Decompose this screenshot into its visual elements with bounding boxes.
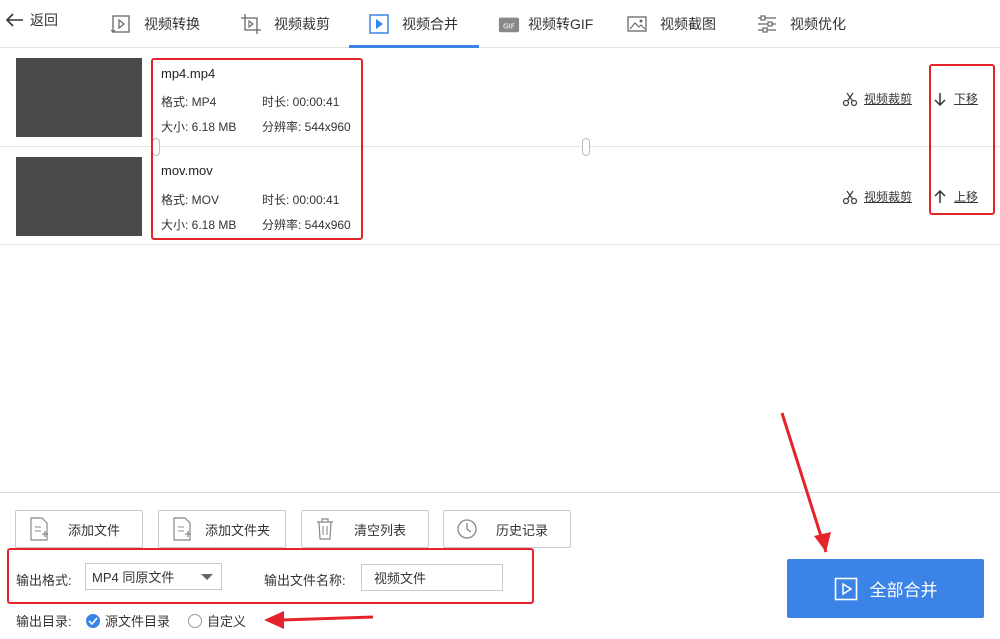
add-folder-button[interactable]: 添加文件夹 <box>158 510 286 548</box>
top-nav-bar: 返回 视频转换 视频裁剪 视频合并 GIF 视频转GIF 视频截图 视频优化 <box>0 0 1000 48</box>
clear-list-label: 清空列表 <box>354 522 407 538</box>
move-down-button[interactable]: 下移 <box>934 90 978 107</box>
radio-source-dir[interactable]: 源文件目录 <box>86 611 170 630</box>
radio-label: 自定义 <box>207 614 247 629</box>
output-filename-label: 输出文件名称: <box>264 573 346 588</box>
video-crop-link[interactable]: 视频裁剪 <box>842 188 912 205</box>
add-folder-label: 添加文件夹 <box>205 522 271 538</box>
tab-label: 视频转GIF <box>528 16 594 32</box>
move-down-label: 下移 <box>954 92 979 106</box>
output-format-select[interactable]: MP4 同原文件 <box>85 563 222 590</box>
radio-checked-icon <box>86 613 100 628</box>
add-file-button[interactable]: 添加文件 <box>15 510 143 548</box>
tab-video-optimize[interactable]: 视频优化 <box>756 0 846 48</box>
tab-video-convert[interactable]: 视频转换 <box>110 0 200 48</box>
video-crop-label: 视频裁剪 <box>864 92 913 106</box>
tab-label: 视频裁剪 <box>274 16 330 32</box>
file-duration: 时长: 00:00:41 <box>262 193 340 207</box>
file-size: 大小: 6.18 MB <box>161 120 237 134</box>
add-folder-icon <box>171 516 193 542</box>
gif-icon: GIF <box>498 13 520 35</box>
file-format: 格式: MP4 <box>161 95 217 109</box>
output-format-label: 输出格式: <box>16 573 72 588</box>
tab-label: 视频优化 <box>790 16 846 32</box>
clear-list-button[interactable]: 清空列表 <box>301 510 429 548</box>
scissors-icon <box>842 92 858 106</box>
move-up-label: 上移 <box>954 190 979 204</box>
merge-all-button[interactable]: 全部合并 <box>787 559 984 618</box>
tab-label: 视频转换 <box>144 16 200 32</box>
image-icon <box>626 13 648 35</box>
tab-video-crop[interactable]: 视频裁剪 <box>240 0 330 48</box>
trash-icon <box>314 516 336 542</box>
video-thumbnail <box>16 58 142 137</box>
file-format: 格式: MOV <box>161 193 220 207</box>
tab-video-merge[interactable]: 视频合并 <box>368 0 458 48</box>
video-crop-label: 视频裁剪 <box>864 190 913 204</box>
arrow-down-icon <box>934 92 946 106</box>
file-resolution: 分辨率: 544x960 <box>262 218 351 232</box>
output-format-value: MP4 同原文件 <box>92 570 175 585</box>
arrow-up-icon <box>934 189 946 203</box>
back-button[interactable]: 返回 <box>6 9 58 31</box>
output-dir-label: 输出目录: <box>16 614 72 629</box>
tab-video-to-gif[interactable]: GIF 视频转GIF <box>498 0 593 48</box>
history-button[interactable]: 历史记录 <box>443 510 571 548</box>
clock-icon <box>456 516 478 542</box>
video-convert-icon <box>110 13 132 35</box>
video-crop-link[interactable]: 视频裁剪 <box>842 90 912 107</box>
file-name: mov.mov <box>161 163 213 178</box>
add-file-icon <box>28 516 50 542</box>
video-merge-icon <box>368 13 390 35</box>
file-size: 大小: 6.18 MB <box>161 218 237 232</box>
file-resolution: 分辨率: 544x960 <box>262 120 351 134</box>
back-label: 返回 <box>30 12 58 28</box>
divider <box>0 492 1000 493</box>
file-name: mp4.mp4 <box>161 66 216 81</box>
sliders-icon <box>756 13 778 35</box>
video-crop-icon <box>240 13 262 35</box>
output-filename-input[interactable] <box>361 564 503 591</box>
chevron-down-icon <box>201 574 213 580</box>
play-icon <box>834 577 857 600</box>
history-label: 历史记录 <box>496 522 549 538</box>
svg-text:GIF: GIF <box>503 22 515 31</box>
video-thumbnail <box>16 157 142 236</box>
scissors-icon <box>842 190 858 204</box>
tab-label: 视频截图 <box>660 16 716 32</box>
active-tab-indicator <box>349 45 479 48</box>
file-row[interactable]: mov.mov 格式: MOV 时长: 00:00:41 大小: 6.18 MB… <box>0 147 1000 245</box>
add-file-label: 添加文件 <box>68 522 121 538</box>
move-up-button[interactable]: 上移 <box>934 188 978 205</box>
merge-all-label: 全部合并 <box>869 581 938 600</box>
radio-custom-dir[interactable]: 自定义 <box>188 611 246 630</box>
file-row[interactable]: mp4.mp4 格式: MP4 时长: 00:00:41 大小: 6.18 MB… <box>0 49 1000 147</box>
tab-label: 视频合并 <box>402 16 458 32</box>
radio-label: 源文件目录 <box>105 614 171 629</box>
radio-unchecked-icon <box>188 613 202 628</box>
file-duration: 时长: 00:00:41 <box>262 95 340 109</box>
tab-video-screenshot[interactable]: 视频截图 <box>626 0 716 48</box>
arrow-left-icon <box>6 13 23 27</box>
